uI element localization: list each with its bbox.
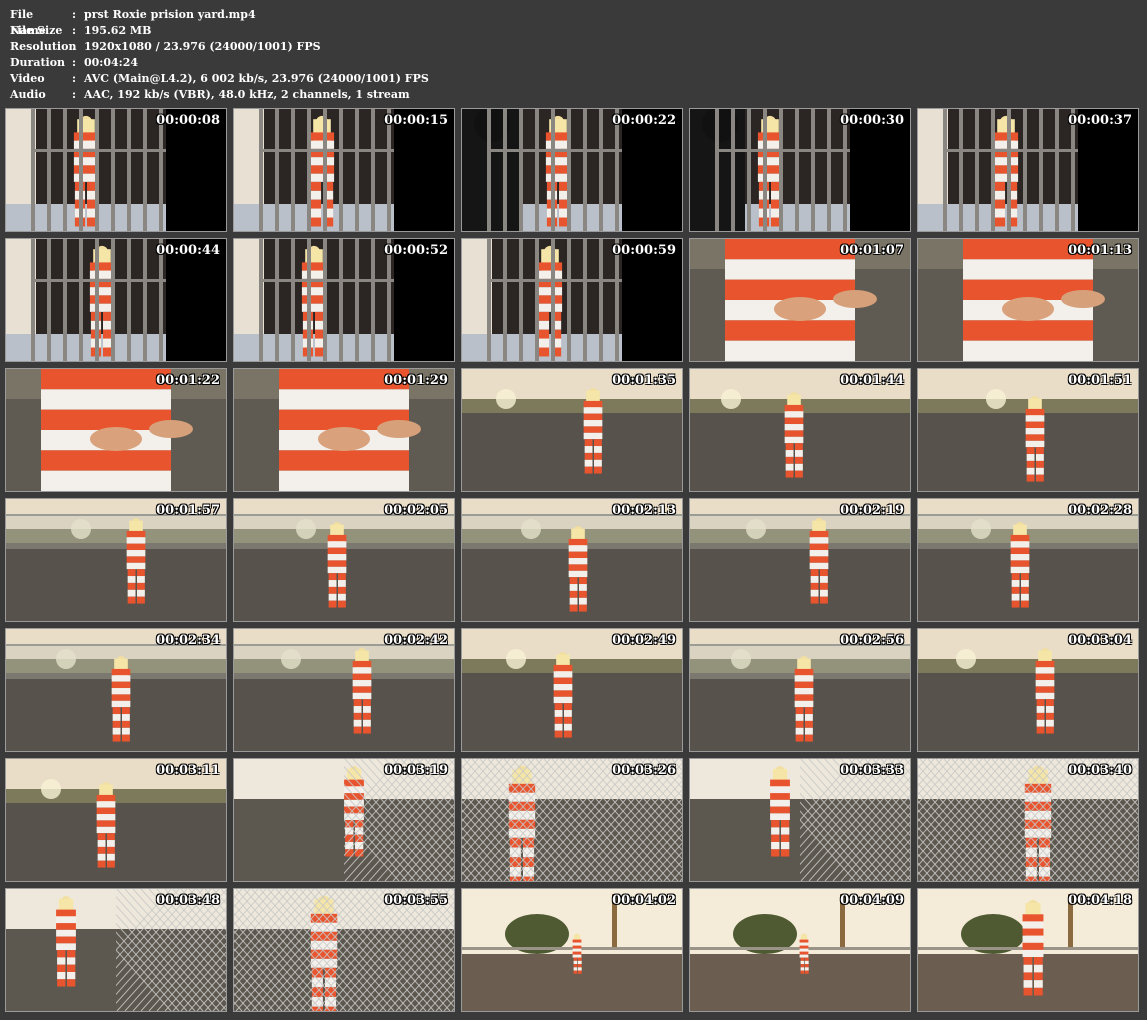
timestamp-label: 00:03:40 <box>1068 763 1132 778</box>
info-label: Audio <box>10 88 46 101</box>
timestamp-label: 00:04:02 <box>612 893 676 908</box>
timestamp-label: 00:01:44 <box>840 373 904 388</box>
timestamp-label: 00:00:52 <box>384 243 448 258</box>
timestamp-label: 00:02:49 <box>612 633 676 648</box>
timestamp-label: 00:03:26 <box>612 763 676 778</box>
info-value: 195.62 MB <box>84 24 152 37</box>
info-label: Video <box>10 72 45 85</box>
timestamp-label: 00:00:30 <box>840 113 904 128</box>
timestamp-label: 00:02:19 <box>840 503 904 518</box>
video-thumbnail: 00:02:49 <box>461 628 683 752</box>
video-thumbnail: 00:02:05 <box>233 498 455 622</box>
timestamp-label: 00:02:13 <box>612 503 676 518</box>
video-thumbnail: 00:00:30 <box>689 108 911 232</box>
timestamp-label: 00:02:05 <box>384 503 448 518</box>
timestamp-label: 00:01:13 <box>1068 243 1132 258</box>
video-thumbnail: 00:00:08 <box>5 108 227 232</box>
info-label: File Name <box>10 8 46 37</box>
timestamp-label: 00:03:55 <box>384 893 448 908</box>
timestamp-label: 00:02:34 <box>156 633 220 648</box>
info-value: 1920x1080 / 23.976 (24000/1001) FPS <box>84 40 321 53</box>
file-info-panel: File Name: prst Roxie prision yard.mp4 Fil… <box>10 7 429 103</box>
info-row: Resolution:1920x1080 / 23.976 (24000/100… <box>10 39 429 55</box>
info-value: AVC (Main@L4.2), 6 002 kb/s, 23.976 (240… <box>84 72 429 85</box>
timestamp-label: 00:03:48 <box>156 893 220 908</box>
info-row: Video: AVC (Main@L4.2), 6 002 kb/s, 23.97… <box>10 71 429 87</box>
video-thumbnail: 00:02:42 <box>233 628 455 752</box>
info-row: Audio: AAC, 192 kb/s (VBR), 48.0 kHz, 2 c… <box>10 87 429 103</box>
info-label: Resolution <box>10 40 77 53</box>
thumbnail-grid: 00:00:08 00:00:15 00:00:22 00:00:30 00:00:37… <box>5 108 1145 1016</box>
video-thumbnail: 00:01:07 <box>689 238 911 362</box>
video-thumbnail: 00:01:57 <box>5 498 227 622</box>
info-value: AAC, 192 kb/s (VBR), 48.0 kHz, 2 channel… <box>84 88 410 101</box>
video-thumbnail: 00:04:18 <box>917 888 1139 1012</box>
timestamp-label: 00:01:51 <box>1068 373 1132 388</box>
timestamp-label: 00:00:44 <box>156 243 220 258</box>
timestamp-label: 00:01:35 <box>612 373 676 388</box>
timestamp-label: 00:03:33 <box>840 763 904 778</box>
video-thumbnail: 00:02:56 <box>689 628 911 752</box>
info-separator: : <box>72 88 77 101</box>
video-thumbnail: 00:01:44 <box>689 368 911 492</box>
info-separator: : <box>72 56 77 69</box>
video-thumbnail: 00:04:09 <box>689 888 911 1012</box>
timestamp-label: 00:00:59 <box>612 243 676 258</box>
video-thumbnail: 00:03:55 <box>233 888 455 1012</box>
timestamp-label: 00:02:56 <box>840 633 904 648</box>
timestamp-label: 00:00:37 <box>1068 113 1132 128</box>
video-thumbnail: 00:00:59 <box>461 238 683 362</box>
info-value: 00:04:24 <box>84 56 139 69</box>
video-thumbnail: 00:02:19 <box>689 498 911 622</box>
timestamp-label: 00:02:42 <box>384 633 448 648</box>
video-thumbnail: 00:00:37 <box>917 108 1139 232</box>
timestamp-label: 00:03:04 <box>1068 633 1132 648</box>
timestamp-label: 00:04:09 <box>840 893 904 908</box>
timestamp-label: 00:00:08 <box>156 113 220 128</box>
timestamp-label: 00:03:19 <box>384 763 448 778</box>
video-thumbnail: 00:03:19 <box>233 758 455 882</box>
video-thumbnail: 00:03:04 <box>917 628 1139 752</box>
video-thumbnail: 00:03:48 <box>5 888 227 1012</box>
info-label: Duration <box>10 56 66 69</box>
video-thumbnail: 00:02:34 <box>5 628 227 752</box>
video-thumbnail: 00:03:26 <box>461 758 683 882</box>
video-thumbnail: 00:04:02 <box>461 888 683 1012</box>
timestamp-label: 00:04:18 <box>1068 893 1132 908</box>
video-thumbnail: 00:01:22 <box>5 368 227 492</box>
timestamp-label: 00:02:28 <box>1068 503 1132 518</box>
video-thumbnail: 00:01:13 <box>917 238 1139 362</box>
video-thumbnail: 00:03:33 <box>689 758 911 882</box>
video-thumbnail: 00:02:28 <box>917 498 1139 622</box>
timestamp-label: 00:01:57 <box>156 503 220 518</box>
info-separator: : <box>72 8 77 21</box>
info-separator: : <box>72 40 77 53</box>
video-thumbnail: 00:02:13 <box>461 498 683 622</box>
timestamp-label: 00:01:07 <box>840 243 904 258</box>
video-thumbnail: 00:00:15 <box>233 108 455 232</box>
info-row: File Name: prst Roxie prision yard.mp4 <box>10 7 429 37</box>
info-value: prst Roxie prision yard.mp4 <box>84 8 256 21</box>
info-label: File Size <box>10 24 63 37</box>
timestamp-label: 00:00:15 <box>384 113 448 128</box>
info-row: Duration:00:04:24 <box>10 55 429 71</box>
video-thumbnail: 00:01:35 <box>461 368 683 492</box>
timestamp-label: 00:01:22 <box>156 373 220 388</box>
timestamp-label: 00:01:29 <box>384 373 448 388</box>
video-thumbnail: 00:00:22 <box>461 108 683 232</box>
info-row: File Size:195.62 MB <box>10 23 429 39</box>
video-thumbnail: 00:03:40 <box>917 758 1139 882</box>
video-thumbnail: 00:00:44 <box>5 238 227 362</box>
info-separator: : <box>72 24 77 37</box>
video-thumbnail: 00:01:51 <box>917 368 1139 492</box>
video-thumbnail: 00:00:52 <box>233 238 455 362</box>
timestamp-label: 00:00:22 <box>612 113 676 128</box>
video-thumbnail: 00:01:29 <box>233 368 455 492</box>
video-thumbnail: 00:03:11 <box>5 758 227 882</box>
timestamp-label: 00:03:11 <box>156 763 220 778</box>
info-separator: : <box>72 72 77 85</box>
